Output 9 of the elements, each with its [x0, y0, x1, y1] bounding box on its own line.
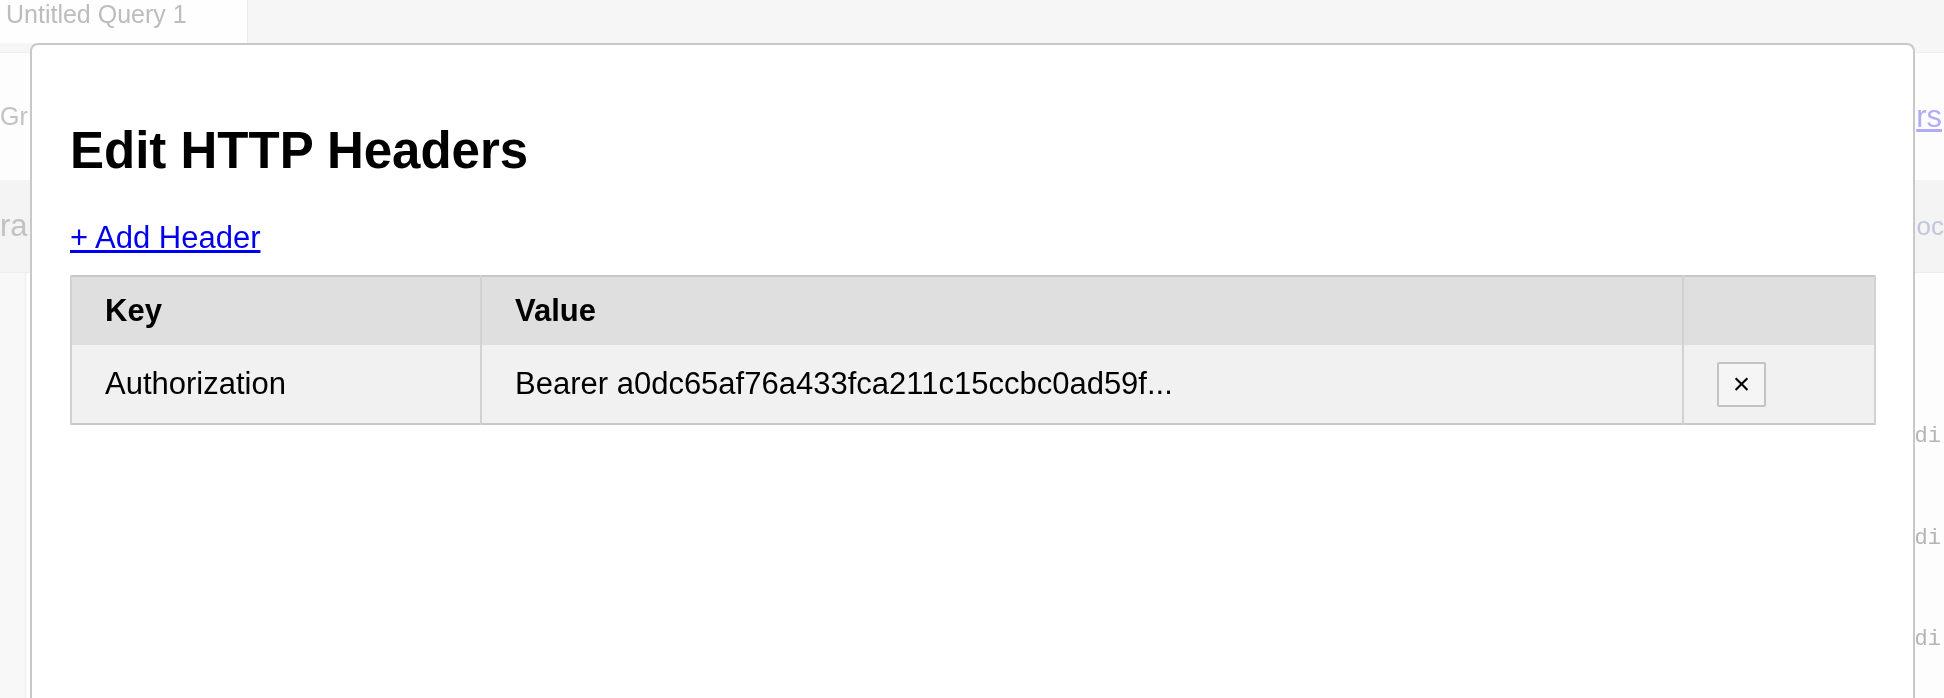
code-text: di: [1914, 627, 1941, 653]
add-header-link[interactable]: + Add Header: [70, 219, 261, 256]
code-text: di: [1914, 424, 1941, 450]
dialog-title: Edit HTTP Headers: [70, 122, 530, 181]
delete-button[interactable]: ×: [1717, 361, 1766, 407]
table-cell: Bearer a0dc65af76a433fca211c15ccbc0ad59f...: [481, 345, 1683, 425]
code-text: di: [1914, 525, 1941, 551]
header-text: Gr: [0, 102, 28, 131]
table-cell: Authorization: [71, 345, 481, 425]
